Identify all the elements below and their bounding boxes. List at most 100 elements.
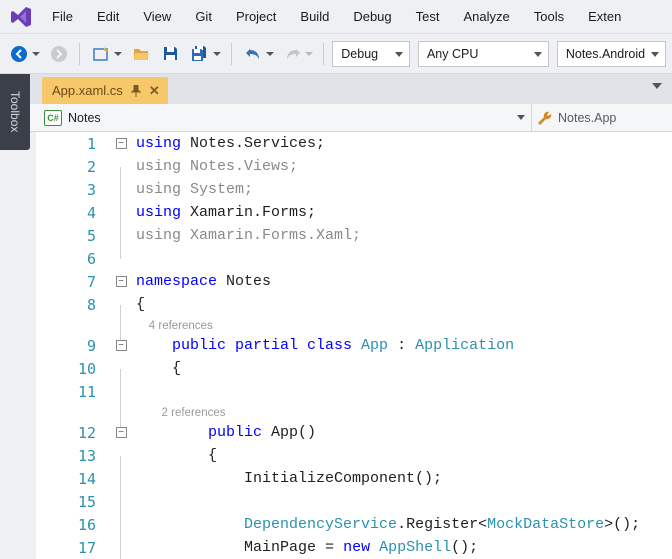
code-content[interactable]: MainPage = new AppShell(); <box>136 539 672 556</box>
token: InitializeComponent(); <box>244 470 442 487</box>
code-line[interactable]: 14 InitializeComponent(); <box>36 467 672 490</box>
code-content[interactable]: 4 references <box>136 317 672 334</box>
code-content[interactable]: { <box>136 360 672 377</box>
codelens-references[interactable]: 4 references <box>136 320 213 332</box>
code-line[interactable]: 9− public partial class App : Applicatio… <box>36 334 672 357</box>
code-content[interactable]: using Xamarin.Forms; <box>136 204 672 221</box>
code-content[interactable]: using Xamarin.Forms.Xaml; <box>136 227 672 244</box>
code-content[interactable]: public partial class App : Application <box>136 337 672 354</box>
code-line[interactable]: 15 <box>36 490 672 513</box>
menu-project[interactable]: Project <box>226 5 286 28</box>
document-tab-active[interactable]: App.xaml.cs ✕ <box>42 77 168 104</box>
code-line[interactable]: 1−using Notes.Services; <box>36 132 672 155</box>
code-content[interactable] <box>136 383 672 400</box>
code-line[interactable]: 7−namespace Notes <box>36 270 672 293</box>
close-tab-button[interactable]: ✕ <box>149 83 160 99</box>
collapse-icon[interactable]: − <box>116 340 127 351</box>
configuration-value: Debug <box>341 47 378 61</box>
token: DependencyService <box>244 516 397 533</box>
token: Notes <box>226 273 271 290</box>
line-number: 17 <box>36 539 106 557</box>
type-scope-dropdown[interactable]: Notes <box>0 104 532 131</box>
code-line[interactable]: 10 { <box>36 357 672 380</box>
code-content[interactable]: InitializeComponent(); <box>136 470 672 487</box>
toolbox-label: Toolbox <box>8 91 22 132</box>
line-number: 2 <box>36 158 106 176</box>
nav-forward-button[interactable] <box>46 41 72 67</box>
code-line[interactable]: 12− public App() <box>36 421 672 444</box>
collapse-icon[interactable]: − <box>116 427 127 438</box>
code-line[interactable]: 2 references <box>36 403 672 421</box>
code-content[interactable]: using Notes.Services; <box>136 135 672 152</box>
token: Xamarin.Forms; <box>190 204 316 221</box>
menu-debug[interactable]: Debug <box>343 5 401 28</box>
fold-gutter[interactable]: − <box>106 427 136 438</box>
code-editor[interactable]: 1−using Notes.Services; 2 using Notes.View… <box>36 132 672 559</box>
type-scope-label: Notes <box>68 111 101 125</box>
fold-gutter[interactable]: − <box>106 340 136 351</box>
code-content[interactable]: { <box>136 447 672 464</box>
undo-button[interactable] <box>240 41 266 67</box>
fold-guide <box>120 236 121 259</box>
line-number: 16 <box>36 516 106 534</box>
menu-tools[interactable]: Tools <box>524 5 574 28</box>
toolbar-separator <box>79 43 80 65</box>
code-content[interactable]: 2 references <box>136 404 672 421</box>
save-all-button[interactable] <box>187 41 213 67</box>
menu-git[interactable]: Git <box>185 5 222 28</box>
member-scope-dropdown[interactable]: Notes.App <box>532 104 672 131</box>
open-file-button[interactable] <box>128 41 154 67</box>
code-line[interactable]: 2 using Notes.Views; <box>36 155 672 178</box>
token: public <box>208 424 271 441</box>
redo-button[interactable] <box>280 41 306 67</box>
code-content[interactable]: namespace Notes <box>136 273 672 290</box>
menu-edit[interactable]: Edit <box>87 5 129 28</box>
line-number: 3 <box>36 181 106 199</box>
fold-guide <box>120 502 121 525</box>
code-content[interactable]: { <box>136 296 672 313</box>
menu-test[interactable]: Test <box>406 5 450 28</box>
line-number: 15 <box>36 493 106 511</box>
configuration-combo[interactable]: Debug <box>332 41 410 67</box>
menu-analyze[interactable]: Analyze <box>453 5 519 28</box>
code-line[interactable]: 6 <box>36 247 672 270</box>
toolbar-separator <box>231 43 232 65</box>
codelens-references[interactable]: 2 references <box>136 407 225 419</box>
collapse-icon[interactable]: − <box>116 138 127 149</box>
line-number: 9 <box>36 337 106 355</box>
menu-view[interactable]: View <box>133 5 181 28</box>
startup-project-combo[interactable]: Notes.Android <box>557 41 666 67</box>
fold-gutter[interactable]: − <box>106 138 136 149</box>
code-content[interactable]: public App() <box>136 424 672 441</box>
save-button[interactable] <box>158 41 184 67</box>
code-content[interactable]: using System; <box>136 181 672 198</box>
code-content[interactable] <box>136 493 672 510</box>
tab-overflow-button[interactable] <box>652 83 662 89</box>
token: MainPage = <box>244 539 343 556</box>
wrench-icon <box>538 111 552 125</box>
code-line[interactable]: 4 references <box>36 316 672 334</box>
menu-build[interactable]: Build <box>290 5 339 28</box>
toolbox-sidebar-tab[interactable]: Toolbox <box>0 74 30 150</box>
collapse-icon[interactable]: − <box>116 276 127 287</box>
pin-icon[interactable] <box>131 85 141 97</box>
token: App() <box>271 424 316 441</box>
code-line[interactable]: 13 { <box>36 444 672 467</box>
nav-back-button[interactable] <box>6 41 32 67</box>
new-project-button[interactable] <box>88 41 114 67</box>
menu-file[interactable]: File <box>42 5 83 28</box>
fold-gutter[interactable]: − <box>106 276 136 287</box>
code-line[interactable]: 4using Xamarin.Forms; <box>36 201 672 224</box>
code-content[interactable]: using Notes.Views; <box>136 158 672 175</box>
platform-combo[interactable]: Any CPU <box>418 41 549 67</box>
code-line[interactable]: 5using Xamarin.Forms.Xaml; <box>36 224 672 247</box>
menu-extensions[interactable]: Exten <box>578 5 631 28</box>
code-line[interactable]: 17 MainPage = new AppShell(); <box>36 536 672 559</box>
token: : <box>388 337 415 354</box>
code-line[interactable]: 3 using System; <box>36 178 672 201</box>
code-content[interactable]: DependencyService.Register<MockDataStore… <box>136 516 672 533</box>
fold-guide <box>120 525 121 548</box>
code-line[interactable]: 11 <box>36 380 672 403</box>
code-line[interactable]: 8{ <box>36 293 672 316</box>
code-line[interactable]: 16 DependencyService.Register<MockDataSt… <box>36 513 672 536</box>
